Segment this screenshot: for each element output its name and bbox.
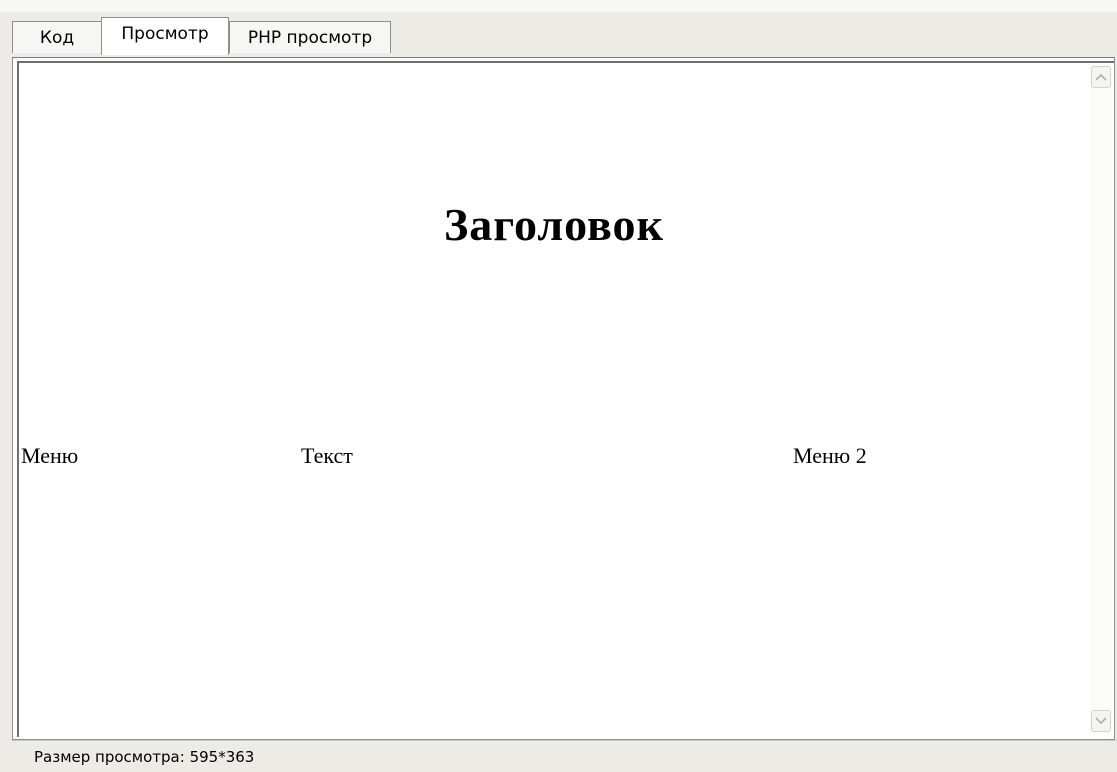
preview-frame: Заголовок Меню Текст Меню 2 xyxy=(12,57,1115,740)
content-text: Текст xyxy=(301,443,353,468)
scroll-down-button[interactable] xyxy=(1091,710,1111,732)
page-heading: Заголовок xyxy=(443,199,665,250)
preview-size-status: Размер просмотра: 595*363 xyxy=(34,748,255,766)
chevron-up-icon xyxy=(1095,73,1107,81)
tab-code[interactable]: Код xyxy=(12,21,102,53)
tab-bar: Код Просмотр PHP просмотр xyxy=(0,12,1117,58)
tab-php-preview-label: PHP просмотр xyxy=(247,27,373,48)
status-bar: Размер просмотра: 595*363 xyxy=(12,740,1117,772)
menu-right-text: Меню 2 xyxy=(793,443,867,468)
preview-viewport[interactable]: Заголовок Меню Текст Меню 2 xyxy=(19,63,1089,735)
tab-preview-label: Просмотр xyxy=(121,24,209,44)
vertical-scrollbar[interactable] xyxy=(1090,63,1112,735)
window-top-strip xyxy=(0,0,1117,12)
menu-left-text: Меню xyxy=(21,443,79,468)
tab-preview[interactable]: Просмотр xyxy=(101,17,229,55)
scroll-up-button[interactable] xyxy=(1091,66,1111,88)
chevron-down-icon xyxy=(1095,717,1107,725)
tab-code-label: Код xyxy=(39,27,75,48)
tab-php-preview[interactable]: PHP просмотр xyxy=(229,21,391,53)
